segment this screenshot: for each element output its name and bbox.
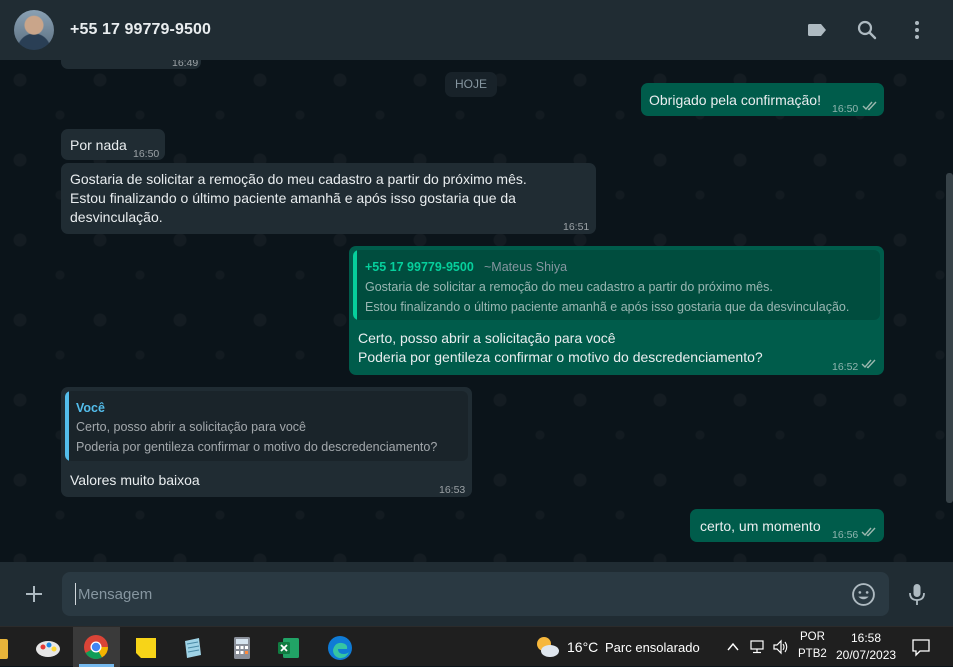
windows-taskbar: 16°C Parc ensolarado POR PTB2 16:58 20/0… (0, 626, 953, 667)
message-time: 16:50 (133, 148, 160, 160)
speaker-icon[interactable] (772, 639, 790, 655)
message-line: Gostaria de solicitar a remoção do meu c… (70, 171, 527, 187)
edge-icon[interactable] (325, 633, 355, 663)
message-bubble-incoming[interactable]: Gostaria de solicitar a remoção do meu c… (61, 163, 596, 234)
menu-dots-icon[interactable] (905, 18, 929, 42)
sticky-notes-icon[interactable] (131, 633, 161, 663)
message-time: 16:51 (563, 221, 590, 233)
weather-condition[interactable]: Parc ensolarado (605, 640, 700, 655)
input-language[interactable]: POR (800, 631, 825, 643)
chat-scrollbar[interactable] (946, 173, 953, 503)
chrome-taskbar-active[interactable] (73, 627, 120, 667)
message-bubble-incoming-reply[interactable]: Você Certo, posso abrir a solicitação pa… (61, 387, 472, 497)
microphone-icon[interactable] (905, 581, 929, 607)
message-time: 16:50 (832, 103, 859, 115)
quote-line: Certo, posso abrir a solicitação para vo… (76, 420, 306, 434)
notepad-icon[interactable] (178, 633, 208, 663)
paint-app-icon[interactable] (33, 633, 63, 663)
message-time: 16:53 (439, 484, 466, 496)
quoted-message[interactable]: Você Certo, posso abrir a solicitação pa… (65, 391, 468, 461)
quote-author: +55 17 99779-9500 (365, 260, 474, 274)
contact-name[interactable]: +55 17 99779-9500 (70, 21, 211, 39)
text-caret (75, 583, 76, 605)
clock-date[interactable]: 20/07/2023 (836, 648, 896, 662)
message-bubble-outgoing[interactable]: Obrigado pela confirmação! 16:50 (641, 83, 884, 116)
message-text: certo, um momento (700, 518, 821, 534)
attach-plus-icon[interactable] (22, 582, 46, 606)
chat-header: +55 17 99779-9500 (0, 0, 953, 60)
quote-author-subname: ~Mateus Shiya (484, 260, 568, 274)
message-time: 16:49 (172, 60, 199, 69)
notification-center-icon[interactable] (910, 636, 932, 658)
quote-line: Gostaria de solicitar a remoção do meu c… (365, 280, 773, 294)
quoted-message[interactable]: +55 17 99779-9500 ~Mateus Shiya Gostaria… (353, 250, 880, 320)
message-bubble-incoming[interactable]: Por nada 16:50 (61, 129, 165, 160)
quote-bar (65, 391, 69, 461)
read-receipt-icon (861, 359, 876, 369)
chrome-icon (84, 635, 108, 660)
quote-bar (353, 250, 357, 320)
message-text: Gostaria de solicitar a remoção do meu c… (70, 170, 527, 227)
message-time: 16:56 (832, 529, 859, 541)
excel-icon[interactable] (274, 633, 304, 663)
message-text: Certo, posso abrir a solicitação para vo… (358, 329, 763, 367)
quote-line: Poderia por gentileza confirmar o motivo… (76, 440, 438, 454)
date-divider: HOJE (445, 72, 497, 97)
label-icon[interactable] (805, 18, 829, 42)
search-icon[interactable] (855, 18, 879, 42)
message-text: Obrigado pela confirmação! (649, 92, 821, 108)
weather-temp[interactable]: 16°C (567, 639, 598, 655)
network-icon[interactable] (749, 639, 767, 655)
chat-area[interactable]: 16:49 HOJE Obrigado pela confirmação! 16… (0, 60, 953, 562)
clock-time[interactable]: 16:58 (851, 631, 881, 645)
chevron-up-icon[interactable] (726, 641, 740, 653)
message-bubble-outgoing[interactable]: certo, um momento 16:56 (690, 509, 884, 542)
read-receipt-icon (861, 527, 876, 537)
whatsapp-app: +55 17 99779-9500 16:49 HOJE Obrigado pe… (0, 0, 953, 626)
message-input[interactable] (62, 572, 889, 616)
emoji-icon[interactable] (851, 582, 876, 607)
calculator-icon[interactable] (227, 633, 257, 663)
message-text: Por nada (70, 137, 127, 153)
file-explorer-icon[interactable] (0, 639, 8, 659)
message-bubble-partial[interactable]: 16:49 (61, 60, 201, 69)
message-line: Estou finalizando o último paciente aman… (70, 190, 516, 206)
keyboard-layout[interactable]: PTB2 (798, 648, 827, 660)
composer-bar (0, 562, 953, 626)
quote-line: Estou finalizando o último paciente aman… (365, 300, 850, 314)
message-line: desvinculação. (70, 209, 163, 225)
message-time: 16:52 (832, 361, 859, 373)
weather-partly-sunny-icon[interactable] (532, 632, 562, 662)
quote-author: Você (76, 401, 105, 415)
message-line: Certo, posso abrir a solicitação para vo… (358, 330, 616, 346)
quote-text: Gostaria de solicitar a remoção do meu c… (365, 277, 849, 317)
contact-avatar[interactable] (14, 10, 54, 50)
message-bubble-outgoing-reply[interactable]: +55 17 99779-9500 ~Mateus Shiya Gostaria… (349, 246, 884, 375)
read-receipt-icon (862, 101, 877, 111)
quote-text: Certo, posso abrir a solicitação para vo… (76, 417, 437, 457)
message-line: Poderia por gentileza confirmar o motivo… (358, 349, 763, 365)
message-text: Valores muito baixoa (70, 472, 200, 488)
